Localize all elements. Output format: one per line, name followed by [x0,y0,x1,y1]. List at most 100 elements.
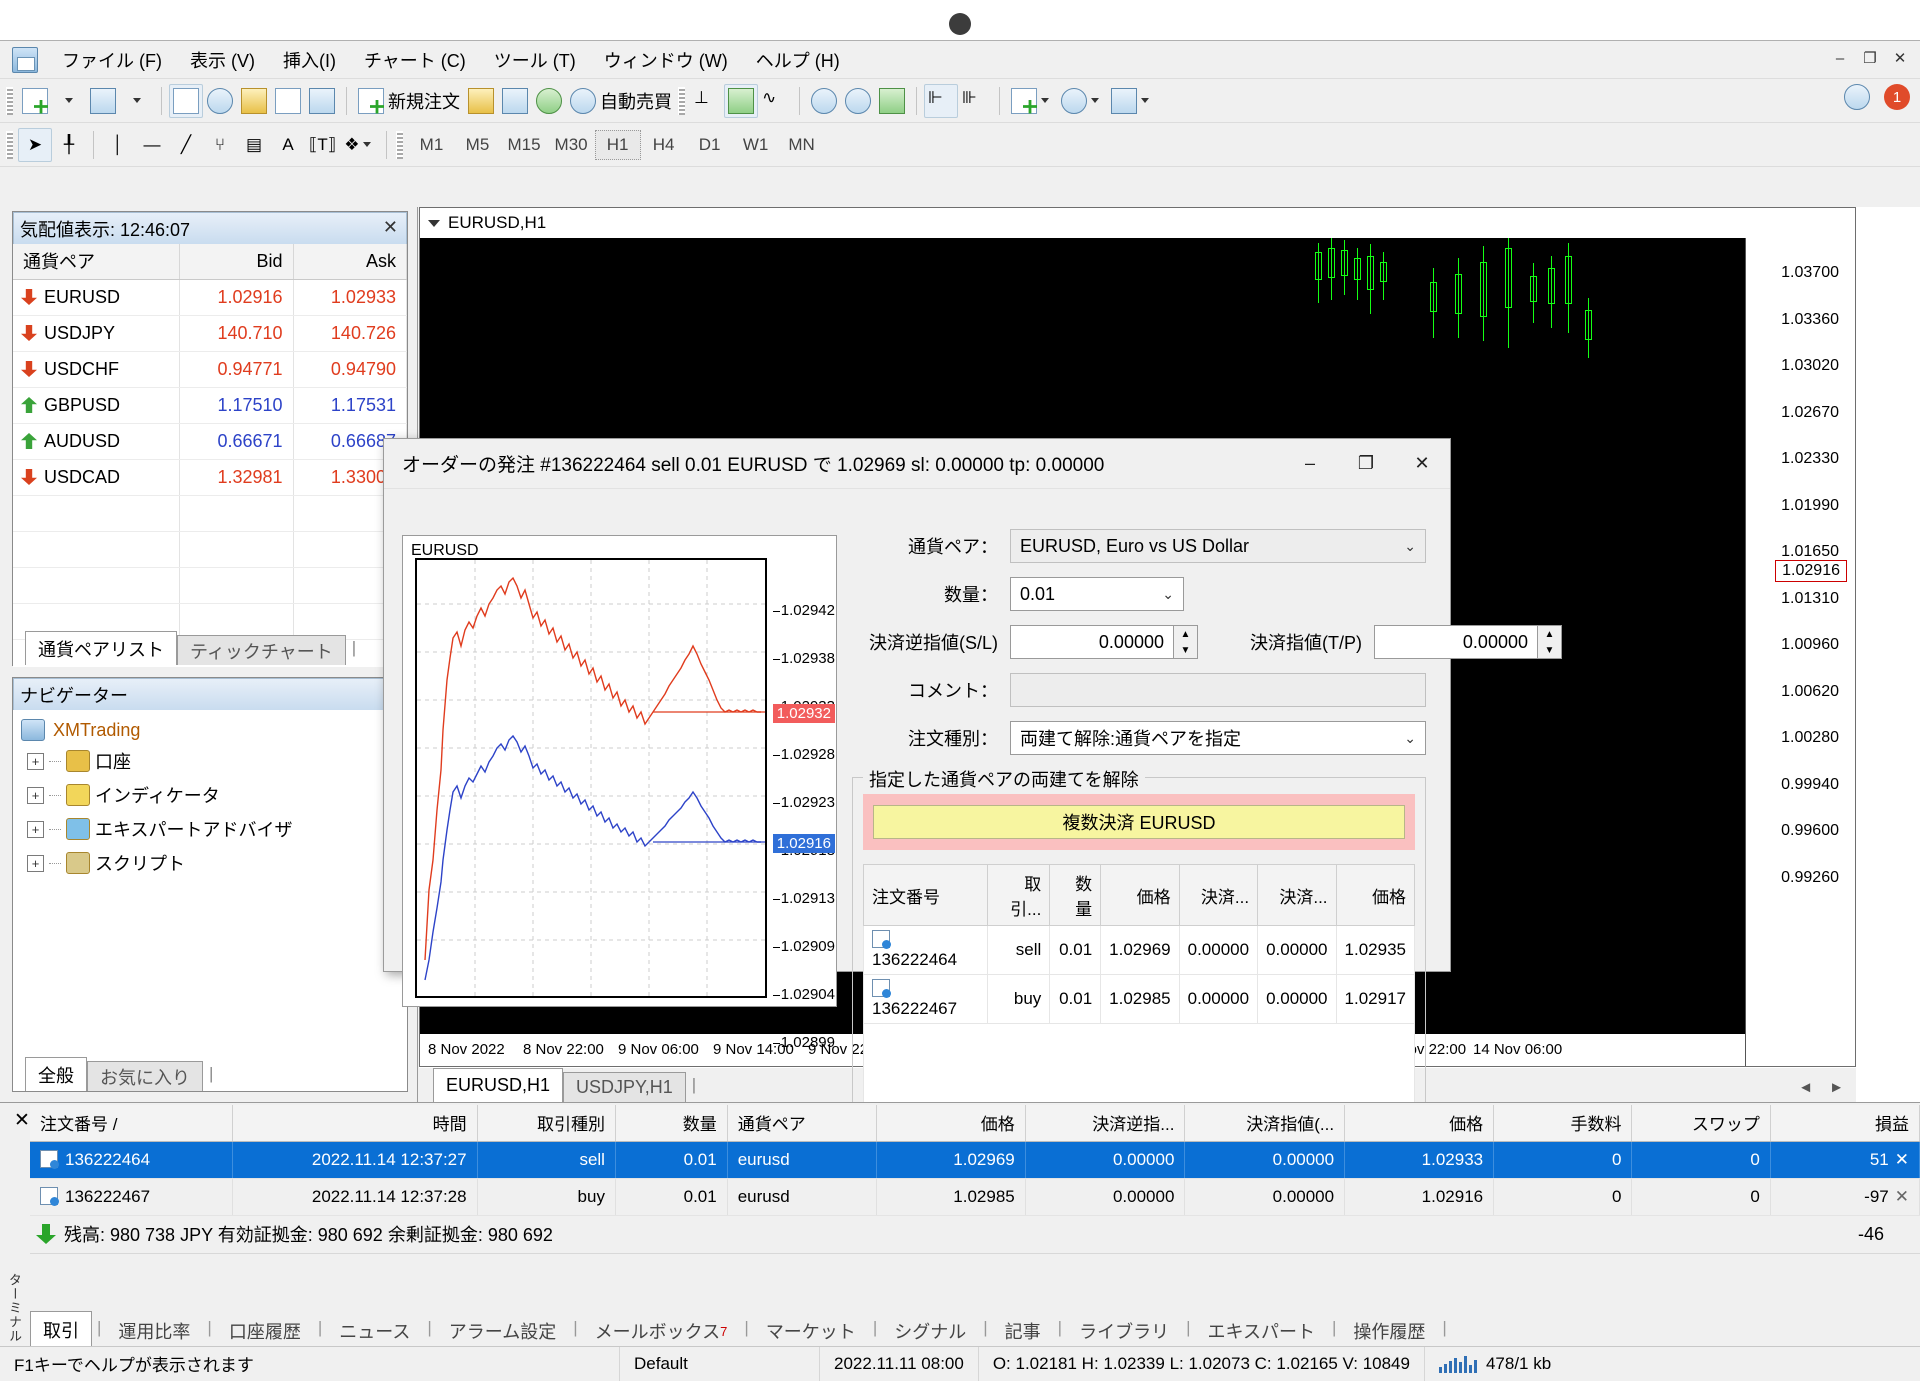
symbol-select[interactable]: EURUSD, Euro vs US Dollar ⌄ [1010,529,1426,563]
chart-shift-button[interactable]: ⊪ [958,84,992,118]
expand-icon[interactable]: + [27,820,44,838]
dlg-col-price[interactable]: 価格 [1100,864,1180,926]
dlg-col-current[interactable]: 価格 [1335,864,1416,926]
timeframe-h1[interactable]: H1 [594,129,641,160]
sl-stepper-up-icon[interactable]: ▲ [1174,626,1197,642]
comment-input[interactable] [1010,673,1426,707]
toolbar-grip[interactable] [6,130,13,159]
dlg-col-sl[interactable]: 決済... [1178,864,1259,926]
market-watch-close-icon[interactable]: ✕ [383,217,398,238]
dlg-col-volume[interactable]: 数量 [1049,864,1102,926]
dialog-position-row[interactable]: 136222467 buy 0.01 1.02985 0.00000 0.00000 1.0… [863,974,1416,1024]
terminal-tab-4[interactable]: アラーム設定 [437,1315,568,1347]
orders-col-3[interactable]: 数量 [615,1105,728,1142]
navigator-item-0[interactable]: + 口座 [21,744,407,778]
quote-row[interactable]: USDCHF 0.94771 0.94790 [13,351,407,388]
orders-col-5[interactable]: 価格 [876,1105,1026,1142]
timeframe-m15[interactable]: M15 [500,130,547,160]
new-order-button[interactable]: 新規注文 [354,84,464,118]
sl-stepper-down-icon[interactable]: ▼ [1174,642,1197,658]
market-watch-toggle[interactable] [169,83,203,118]
dialog-minimize-button[interactable]: – [1282,440,1338,488]
col-bid[interactable]: Bid [179,244,294,280]
timeframe-m1[interactable]: M1 [408,130,454,160]
terminal-tab-1[interactable]: 運用比率 [106,1315,202,1347]
orders-col-2[interactable]: 取引種別 [477,1105,616,1142]
timeframe-m5[interactable]: M5 [454,130,500,160]
tab-tick-chart[interactable]: ティックチャート [177,635,346,665]
terminal-tab-0[interactable]: 取引 [30,1311,92,1347]
ordertype-select[interactable]: 両建て解除:通貨ペアを指定 ⌄ [1010,721,1426,755]
new-chart-dropdown[interactable] [52,84,86,118]
orders-col-1[interactable]: 時間 [232,1105,478,1142]
menu-view[interactable]: 表示 (V) [176,43,269,77]
tp-stepper[interactable]: ▲ ▼ [1538,625,1562,659]
autotrading-button[interactable]: 自動売買 [566,84,676,118]
terminal-toggle[interactable] [271,84,305,118]
tp-stepper-up-icon[interactable]: ▲ [1538,626,1561,642]
sl-input[interactable]: 0.00000 [1010,625,1174,659]
timeframe-m30[interactable]: M30 [548,130,595,160]
line-chart-button[interactable]: ∿ [758,84,792,118]
tp-stepper-down-icon[interactable]: ▼ [1538,642,1561,658]
terminal-tab-8[interactable]: 記事 [993,1315,1053,1347]
metaeditor-button[interactable] [464,84,498,118]
profiles-button[interactable] [86,84,120,118]
orders-col-11[interactable]: 損益 [1770,1105,1920,1142]
orders-col-9[interactable]: 手数料 [1493,1105,1633,1142]
menu-insert[interactable]: 挿入(I) [269,43,350,77]
timeframe-w1[interactable]: W1 [733,130,779,160]
terminal-tab-2[interactable]: 口座履歴 [217,1315,313,1347]
notification-badge[interactable]: 1 [1884,84,1910,110]
dlg-col-ticket[interactable]: 注文番号 [863,864,988,926]
quote-row[interactable]: USDJPY 140.710 140.726 [13,315,407,352]
terminal-tab-5[interactable]: メールボックス 7 [583,1315,740,1347]
terminal-tab-10[interactable]: エキスパート [1196,1315,1327,1347]
orders-col-0[interactable]: 注文番号 / [30,1105,233,1142]
candlestick-chart-button[interactable] [724,83,758,118]
table-row[interactable]: 136222464 2022.11.14 12:37:27 sell 0.01 euru… [30,1141,1920,1179]
mql5-community-button[interactable] [498,84,532,118]
scroll-right-icon[interactable]: ► [1829,1079,1844,1096]
vertical-line-button[interactable]: │ [101,128,135,162]
bar-chart-button[interactable]: ⊥ [690,84,724,118]
timeframe-h4[interactable]: H4 [641,130,687,160]
quote-row[interactable]: USDCAD 1.32981 1.33006 [13,459,407,496]
orders-col-6[interactable]: 決済逆指... [1025,1105,1186,1142]
status-profile[interactable]: Default [620,1346,820,1381]
horizontal-line-button[interactable]: — [135,128,169,162]
dialog-position-row[interactable]: 136222464 sell 0.01 1.02969 0.00000 0.00000 1.… [863,925,1416,975]
cursor-tool-button[interactable]: ➤ [18,127,52,162]
tab-favorites[interactable]: お気に入り [87,1061,203,1091]
tab-symbols[interactable]: 通貨ペアリスト [25,631,177,665]
auto-scroll-button[interactable]: ⊩ [924,83,958,118]
chart-menu-icon[interactable] [428,219,440,227]
menu-charts[interactable]: チャート (C) [350,43,480,77]
navigator-item-1[interactable]: + インディケータ [21,778,407,812]
orders-col-10[interactable]: スワップ [1631,1105,1771,1142]
timeframe-grip[interactable] [396,130,404,159]
terminal-tab-9[interactable]: ライブラリ [1067,1315,1181,1347]
tp-input[interactable]: 0.00000 [1374,625,1538,659]
crosshair-tool-button[interactable]: ╀ [52,128,86,162]
col-symbol[interactable]: 通貨ペア [13,244,181,280]
expand-icon[interactable]: + [27,786,44,804]
text-button[interactable]: A [271,128,305,162]
equidistant-channel-button[interactable]: ⑂ [203,128,237,162]
col-ask[interactable]: Ask [293,244,407,280]
minimize-button[interactable]: – [1826,45,1854,71]
scroll-left-icon[interactable]: ◄ [1798,1079,1813,1096]
menu-file[interactable]: ファイル (F) [48,43,176,77]
multi-close-button[interactable]: 複数決済 EURUSD [873,805,1405,839]
sl-stepper[interactable]: ▲ ▼ [1174,625,1198,659]
dialog-close-button[interactable]: ✕ [1394,440,1450,488]
shapes-button[interactable]: ❖ [340,128,379,162]
fibonacci-button[interactable]: ▤ [237,128,271,162]
dialog-maximize-button[interactable]: ❐ [1338,440,1394,488]
trendline-button[interactable]: ╱ [169,128,203,162]
signals-button[interactable] [532,84,566,118]
tree-root-xmtrading[interactable]: XMTrading [21,716,407,744]
expand-icon[interactable]: + [27,752,44,770]
chart-price-scale[interactable]: 1.03700 1.03360 1.03020 1.02670 1.02330 1.019… [1745,238,1855,1066]
terminal-tab-7[interactable]: シグナル [882,1315,978,1347]
